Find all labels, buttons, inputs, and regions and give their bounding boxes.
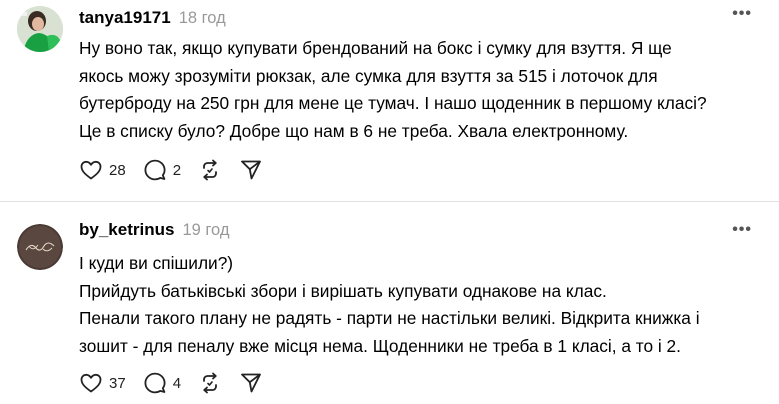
action-bar: 28 2 bbox=[79, 158, 280, 182]
heart-icon bbox=[80, 373, 102, 393]
more-icon[interactable]: ••• bbox=[732, 6, 752, 22]
avatar[interactable] bbox=[17, 6, 63, 52]
reply-count: 4 bbox=[172, 374, 182, 392]
reply-button[interactable]: 4 bbox=[143, 371, 181, 395]
like-count: 28 bbox=[109, 161, 126, 179]
comment-text-line: зошит - для пеналу вже місця нема. Щоден… bbox=[79, 335, 681, 356]
comment-icon bbox=[144, 372, 166, 394]
action-bar: 37 4 bbox=[79, 371, 280, 395]
comment-header: tanya19171 18 год bbox=[79, 8, 226, 28]
comment-text: І куди ви спішили?) Прийдуть батьківські… bbox=[79, 250, 769, 360]
comment-text-line: якось можу зрозуміти рюкзак, але сумка д… bbox=[79, 65, 658, 86]
username[interactable]: by_ketrinus bbox=[79, 220, 174, 240]
comment-card: by_ketrinus 19 год ••• І куди ви спішили… bbox=[0, 202, 779, 404]
comment-icon bbox=[144, 159, 166, 181]
like-count: 37 bbox=[109, 374, 126, 392]
timestamp[interactable]: 18 год bbox=[179, 9, 226, 28]
reply-count: 2 bbox=[172, 161, 182, 179]
send-icon bbox=[241, 160, 261, 180]
username[interactable]: tanya19171 bbox=[79, 8, 171, 28]
like-button[interactable]: 37 bbox=[79, 371, 126, 395]
comment-text-line: Ну воно так, якщо купувати брендований н… bbox=[79, 38, 672, 58]
repost-icon bbox=[203, 372, 217, 394]
comment-text-line: І куди ви спішили?) bbox=[79, 253, 234, 273]
heart-icon bbox=[80, 160, 102, 180]
repost-button[interactable] bbox=[198, 158, 222, 182]
repost-button[interactable] bbox=[198, 371, 222, 395]
repost-icon bbox=[203, 159, 217, 181]
comment-text-line: бутерброду на 250 грн для мене це тумач.… bbox=[79, 93, 707, 113]
reply-button[interactable]: 2 bbox=[143, 158, 181, 182]
more-icon[interactable]: ••• bbox=[732, 222, 752, 238]
avatar[interactable] bbox=[17, 224, 63, 270]
comment-header: by_ketrinus 19 год bbox=[79, 220, 229, 240]
timestamp[interactable]: 19 год bbox=[182, 221, 229, 240]
comment-text-line: Це в списку було? Добре що нам в 6 не тр… bbox=[79, 120, 629, 141]
comment-text-line: Прийдуть батьківські збори і вирішать ку… bbox=[79, 280, 607, 301]
send-icon bbox=[241, 373, 261, 393]
share-button[interactable] bbox=[239, 158, 263, 182]
share-button[interactable] bbox=[239, 371, 263, 395]
comment-card: tanya19171 18 год ••• Ну воно так, якщо … bbox=[0, 0, 779, 201]
like-button[interactable]: 28 bbox=[79, 158, 126, 182]
comment-text: Ну воно так, якщо купувати брендований н… bbox=[79, 35, 769, 145]
comment-text-line: Пенали такого плану не радять - парти не… bbox=[79, 308, 700, 328]
